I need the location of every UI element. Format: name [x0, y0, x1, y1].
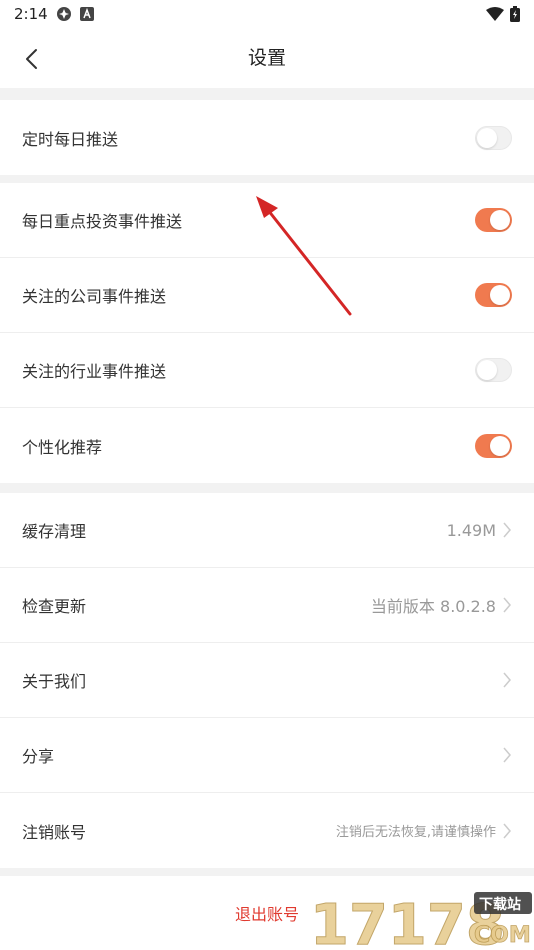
wifi-icon — [486, 7, 504, 21]
battery-icon — [510, 6, 520, 22]
setting-row-clear-cache[interactable]: 缓存清理 1.49M — [0, 493, 534, 568]
toggle-knob — [490, 435, 510, 456]
setting-label: 分享 — [22, 747, 55, 766]
setting-row-delete-account[interactable]: 注销账号 注销后无法恢复,请谨慎操作 — [0, 793, 534, 868]
setting-row-share[interactable]: 分享 — [0, 718, 534, 793]
personalized-recommendation-toggle[interactable] — [475, 433, 512, 458]
cache-size-value: 1.49M — [446, 520, 496, 540]
chevron-left-icon — [26, 49, 37, 69]
back-button[interactable] — [14, 42, 48, 76]
setting-row-check-update[interactable]: 检查更新 当前版本 8.0.2.8 — [0, 568, 534, 643]
setting-row-key-investment-push: 每日重点投资事件推送 — [0, 183, 534, 258]
push-settings-group: 每日重点投资事件推送 关注的公司事件推送 关注的行业事件推送 个性化推荐 — [0, 183, 534, 483]
android-notification-icon — [79, 7, 94, 21]
daily-push-toggle[interactable] — [475, 125, 512, 150]
setting-row-followed-industry-push: 关注的行业事件推送 — [0, 333, 534, 408]
chevron-right-icon — [503, 597, 511, 613]
daily-push-group: 定时每日推送 — [0, 100, 534, 175]
setting-label: 个性化推荐 — [22, 437, 103, 457]
setting-label: 关注的公司事件推送 — [22, 287, 167, 306]
watermark-logo: 17178 下载站 COM — [310, 892, 532, 950]
chevron-right-icon — [503, 522, 511, 538]
delete-account-warning: 注销后无法恢复,请谨慎操作 — [335, 825, 496, 840]
nav-bar: 设置 — [0, 28, 534, 88]
setting-label: 关于我们 — [22, 672, 87, 691]
toggle-knob — [490, 285, 510, 305]
key-investment-push-toggle[interactable] — [475, 208, 512, 232]
setting-label: 注销账号 — [22, 822, 87, 842]
toggle-knob — [477, 360, 497, 380]
setting-row-followed-company-push: 关注的公司事件推送 — [0, 258, 534, 333]
setting-label: 检查更新 — [22, 597, 87, 616]
toggle-knob — [490, 210, 510, 230]
chevron-right-icon — [503, 823, 511, 838]
setting-row-daily-push: 定时每日推送 — [0, 100, 534, 175]
followed-industry-push-toggle[interactable] — [475, 358, 512, 382]
setting-label: 关注的行业事件推送 — [22, 362, 167, 381]
status-bar: 2:14 — [0, 0, 534, 28]
setting-label: 每日重点投资事件推送 — [22, 212, 183, 231]
app-notification-icon — [56, 7, 71, 21]
svg-text:COM: COM — [474, 923, 531, 948]
followed-company-push-toggle[interactable] — [475, 283, 512, 307]
setting-row-personalized-recommendation: 个性化推荐 — [0, 408, 534, 483]
setting-label: 定时每日推送 — [22, 129, 119, 149]
svg-text:下载站: 下载站 — [479, 896, 521, 913]
version-value: 当前版本 8.0.2.8 — [370, 597, 496, 616]
chevron-right-icon — [503, 672, 511, 688]
logout-button[interactable]: 退出账号 — [235, 901, 299, 925]
misc-settings-group: 缓存清理 1.49M 检查更新 当前版本 8.0.2.8 关于我们 分享 注销账… — [0, 493, 534, 868]
status-time: 2:14 — [14, 5, 48, 23]
page-title: 设置 — [247, 47, 286, 69]
setting-row-about-us[interactable]: 关于我们 — [0, 643, 534, 718]
setting-label: 缓存清理 — [22, 522, 87, 541]
toggle-knob — [477, 127, 497, 148]
chevron-right-icon — [503, 747, 511, 763]
